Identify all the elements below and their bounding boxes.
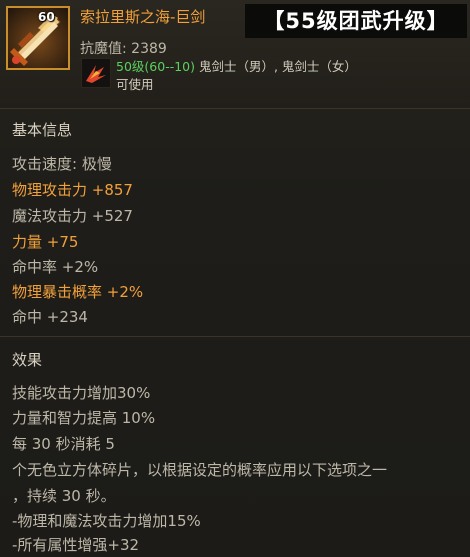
required-classes: 鬼剑士（男）, 鬼剑士（女） <box>195 59 357 74</box>
tooltip-header: 60 索拉里斯之海-巨剑 【55级团武升级】 抗魔值: 2389 50级(60-… <box>0 0 470 109</box>
stat-hit: 命中 +234 <box>12 308 88 326</box>
anti-magic-value: 抗魔值: 2389 <box>80 41 167 57</box>
basic-info-title: 基本信息 <box>12 121 73 139</box>
effect-line: -所有属性增强+32 <box>12 536 140 554</box>
ghost-swordsman-class-icon <box>81 58 111 88</box>
item-tooltip: 60 索拉里斯之海-巨剑 【55级团武升级】 抗魔值: 2389 50级(60-… <box>0 0 470 557</box>
section-divider <box>0 336 470 337</box>
stat-hit-rate: 命中率 +2% <box>12 258 99 276</box>
stat-strength: 力量 +75 <box>12 233 79 251</box>
effect-line: ，持续 30 秒。 <box>12 487 116 505</box>
effect-line: 每 30 秒消耗 5 <box>12 435 115 453</box>
effect-line: 技能攻击力增加30% <box>12 384 151 402</box>
usable-status: 可使用 <box>116 77 154 92</box>
stat-attack-speed: 攻击速度: 极慢 <box>12 155 112 173</box>
greatsword-icon: 60 <box>6 6 70 70</box>
stat-physical-crit: 物理暴击概率 +2% <box>12 283 144 301</box>
effect-title: 效果 <box>12 351 43 369</box>
effect-line: 个无色立方体碎片，以根据设定的概率应用以下选项之一 <box>12 461 388 479</box>
stat-magic-attack: 魔法攻击力 +527 <box>12 207 133 225</box>
required-level: 50级(60--10) <box>116 59 195 74</box>
item-name: 索拉里斯之海-巨剑 <box>80 8 206 26</box>
upgrade-tag: 【55级团武升级】 <box>245 4 467 38</box>
class-icon-graphic <box>86 65 106 83</box>
requirement-line: 50级(60--10) 鬼剑士（男）, 鬼剑士（女） <box>116 56 357 75</box>
effect-line: -物理和魔法攻击力增加15% <box>12 512 201 530</box>
stat-physical-attack: 物理攻击力 +857 <box>12 181 133 199</box>
item-level-badge: 60 <box>38 10 55 24</box>
effect-line: 力量和智力提高 10% <box>12 409 156 427</box>
